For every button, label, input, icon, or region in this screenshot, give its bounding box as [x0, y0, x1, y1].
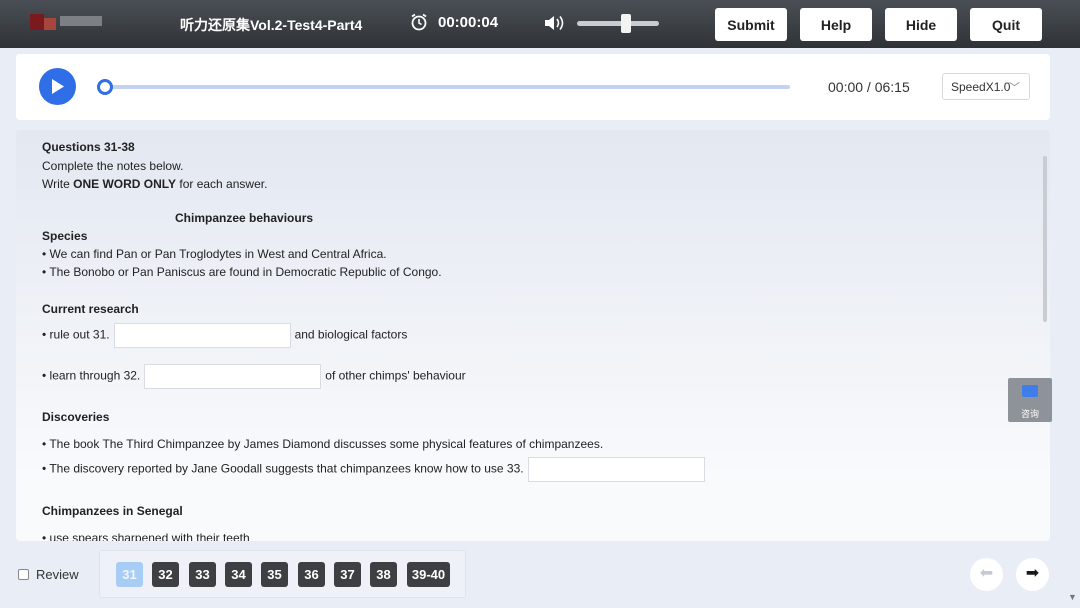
audio-progress-handle[interactable]: [97, 79, 113, 95]
consult-widget[interactable]: 咨询: [1008, 378, 1052, 422]
arrow-left-icon: ⬅: [979, 565, 994, 582]
note-line: • We can find Pan or Pan Troglodytes in …: [42, 247, 387, 261]
volume-slider[interactable]: [577, 13, 659, 33]
section-heading-research: Current research: [42, 302, 139, 316]
previous-button[interactable]: ⬅: [970, 558, 1003, 591]
help-button[interactable]: Help: [800, 8, 872, 41]
notes-title: Chimpanzee behaviours: [175, 211, 314, 225]
timer-value: 00:00:04: [438, 13, 499, 31]
question-33-line: • The discovery reported by Jane Goodall…: [42, 457, 709, 482]
panel-scrollbar[interactable]: [1043, 156, 1047, 322]
instruction-word-limit: Write ONE WORD ONLY for each answer.: [42, 177, 268, 191]
next-button[interactable]: ➡: [1016, 558, 1049, 591]
consult-label: 咨询: [1020, 409, 1039, 419]
answer-input-31[interactable]: [113, 323, 291, 348]
question-button-33[interactable]: 33: [189, 562, 216, 587]
question-button-36[interactable]: 36: [298, 562, 325, 587]
question-button-37[interactable]: 37: [334, 562, 361, 587]
quit-button[interactable]: Quit: [970, 8, 1042, 41]
scroll-down-icon[interactable]: ▼: [1068, 592, 1077, 602]
questions-heading: Questions 31-38: [42, 140, 135, 154]
speaker-icon[interactable]: [543, 14, 567, 32]
answer-input-32[interactable]: [144, 364, 322, 389]
note-line: • The Bonobo or Pan Paniscus are found i…: [42, 265, 442, 279]
question-button-34[interactable]: 34: [225, 562, 252, 587]
question-32-line: • learn through 32. of other chimps' beha…: [42, 364, 466, 389]
alarm-clock-icon: [411, 13, 427, 31]
review-checkbox[interactable]: [18, 569, 29, 580]
speed-value: SpeedX1.0: [951, 80, 1011, 94]
logo: [14, 10, 106, 38]
question-button-35[interactable]: 35: [261, 562, 288, 587]
play-icon: [52, 79, 64, 94]
audio-progress-bar[interactable]: [97, 79, 790, 95]
question-button-38[interactable]: 38: [370, 562, 397, 587]
audio-time: 00:00 / 06:15: [828, 79, 910, 95]
chat-icon: [1022, 385, 1038, 397]
play-button[interactable]: [39, 68, 76, 105]
test-title: 听力还原集Vol.2-Test4-Part4: [180, 17, 363, 33]
question-31-line: • rule out 31. and biological factors: [42, 323, 407, 348]
instruction: Complete the notes below.: [42, 159, 184, 173]
note-line: • use spears sharpened with their teeth: [42, 531, 250, 541]
audio-player: 00:00 / 06:15 SpeedX1.0 ﹀: [16, 54, 1050, 120]
hide-button[interactable]: Hide: [885, 8, 957, 41]
submit-button[interactable]: Submit: [715, 8, 787, 41]
question-button-32[interactable]: 32: [152, 562, 179, 587]
top-bar: 听力还原集Vol.2-Test4-Part4 00:00:04 Submit H…: [0, 0, 1080, 48]
section-heading-senegal: Chimpanzees in Senegal: [42, 504, 183, 518]
arrow-right-icon: ➡: [1025, 565, 1040, 582]
volume-control: [543, 13, 659, 33]
question-navigator: 31 32 33 34 35 36 37 38 39-40: [99, 550, 466, 598]
question-button-39-40[interactable]: 39-40: [407, 562, 450, 587]
section-heading-discoveries: Discoveries: [42, 410, 110, 424]
review-toggle[interactable]: Review: [18, 567, 79, 582]
section-heading-species: Species: [42, 229, 88, 243]
speed-select[interactable]: SpeedX1.0 ﹀: [942, 73, 1030, 100]
question-button-31[interactable]: 31: [116, 562, 143, 587]
chevron-down-icon: ﹀: [1009, 82, 1020, 94]
timer: 00:00:04: [410, 13, 498, 31]
note-line: • The book The Third Chimpanzee by James…: [42, 437, 604, 451]
question-panel: Questions 31-38 Complete the notes below…: [16, 130, 1050, 541]
volume-slider-handle[interactable]: [621, 13, 632, 33]
review-label: Review: [36, 567, 79, 582]
answer-input-33[interactable]: [527, 457, 705, 482]
